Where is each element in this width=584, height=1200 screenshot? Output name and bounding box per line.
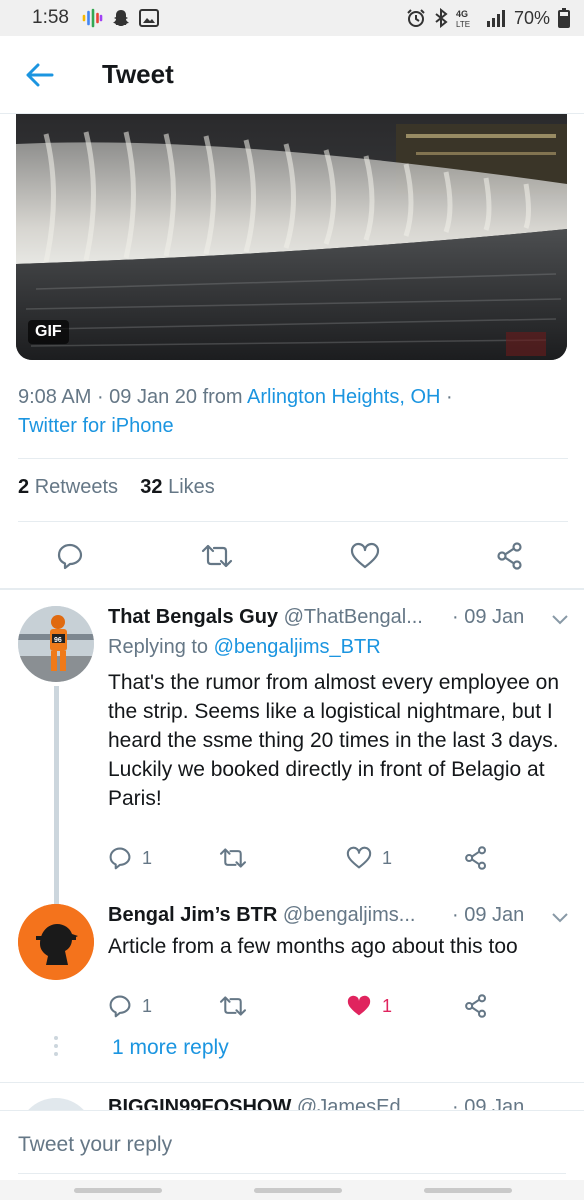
reply-header: Bengal Jim’s BTR @bengaljims...	[108, 904, 415, 927]
heart-filled-icon	[347, 995, 371, 1016]
reply-count: 1	[142, 847, 153, 868]
share-button[interactable]	[464, 846, 488, 870]
retweet-icon	[201, 544, 233, 568]
snapchat-icon	[112, 10, 129, 26]
retweet-button[interactable]	[218, 994, 248, 1018]
nav-pill[interactable]	[424, 1188, 512, 1193]
tweet-date: 09 Jan 20	[109, 386, 198, 408]
reply-author-handle[interactable]: @bengaljims...	[283, 904, 416, 926]
composer-underline	[18, 1173, 566, 1174]
more-replies-link[interactable]: 1 more reply	[112, 1036, 229, 1060]
tweet-media-gif[interactable]: GIF	[16, 114, 567, 360]
heart-icon	[346, 846, 372, 869]
avatar-logo	[18, 904, 94, 980]
nav-pill[interactable]	[74, 1188, 162, 1193]
divider	[0, 1082, 584, 1083]
page-title: Tweet	[102, 59, 174, 89]
avatar-photo: 96	[18, 606, 94, 682]
signal-icon	[486, 10, 505, 27]
location-link[interactable]: Arlington Heights, OH	[247, 386, 440, 408]
like-button[interactable]: 1	[346, 846, 392, 870]
avatar[interactable]: 96	[18, 606, 94, 682]
reply-date: · 09 Jan	[452, 606, 525, 628]
system-nav-bar	[0, 1180, 584, 1200]
like-button[interactable]	[350, 542, 380, 570]
svg-text:4G: 4G	[456, 9, 468, 19]
reply-button[interactable]	[56, 542, 84, 570]
reply-date: · 09 Jan	[452, 904, 525, 926]
svg-text:96: 96	[54, 637, 62, 644]
retweet-icon	[219, 996, 247, 1016]
divider	[18, 458, 568, 459]
reply-icon	[109, 847, 131, 870]
share-button[interactable]	[496, 542, 524, 570]
battery-percent: 70%	[513, 7, 550, 28]
reply-button[interactable]: 1	[108, 846, 152, 870]
share-icon	[497, 542, 522, 570]
share-icon	[465, 846, 487, 870]
reply-author-name[interactable]: Bengal Jim’s BTR	[108, 904, 277, 926]
status-time: 1:58	[32, 7, 69, 28]
reply-icon	[109, 995, 131, 1018]
reply-icon	[57, 543, 83, 570]
reply-header: That Bengals Guy @ThatBengal...	[108, 606, 423, 629]
reply-input[interactable]: Tweet your reply	[18, 1133, 172, 1157]
share-icon	[465, 994, 487, 1018]
avatar[interactable]	[18, 904, 94, 980]
arrow-left-icon	[26, 63, 54, 86]
nav-pill[interactable]	[254, 1188, 342, 1193]
bluetooth-icon	[435, 8, 448, 28]
retweet-button[interactable]	[200, 542, 234, 570]
retweet-button[interactable]	[218, 846, 248, 870]
podcast-icon	[82, 8, 103, 28]
heart-icon	[350, 542, 380, 569]
reply-count: 1	[142, 995, 153, 1016]
fountain-image	[16, 114, 567, 360]
battery-icon	[558, 8, 570, 28]
reply-button[interactable]: 1	[108, 994, 152, 1018]
retweet-icon	[219, 848, 247, 868]
share-button[interactable]	[464, 994, 488, 1018]
source-link[interactable]: Twitter for iPhone	[18, 415, 174, 437]
status-bar: 1:58 4G LTE 70%	[0, 0, 584, 36]
likes-stat[interactable]: 32 Likes	[140, 476, 215, 498]
tweet-stats: 2 Retweets 32 Likes	[18, 476, 215, 499]
like-button[interactable]: 1	[346, 994, 392, 1018]
replying-to-handle[interactable]: @bengaljims_BTR	[214, 636, 381, 658]
image-icon	[138, 9, 159, 27]
app-header: Tweet	[0, 36, 584, 114]
tweet-meta: 9:08 AM · 09 Jan 20 from Arlington Heigh…	[18, 386, 453, 437]
chevron-down-icon[interactable]	[551, 612, 569, 626]
lte-icon: 4GLTE	[456, 9, 470, 28]
thread-line	[54, 686, 59, 904]
from-label: from	[202, 386, 243, 408]
reply-author-handle[interactable]: @ThatBengal...	[284, 606, 423, 628]
section-separator	[0, 588, 584, 590]
like-count: 1	[382, 995, 393, 1016]
chevron-down-icon[interactable]	[551, 910, 569, 924]
reply-text: Article from a few months ago about this…	[108, 935, 518, 958]
gif-badge: GIF	[28, 320, 69, 344]
retweets-stat[interactable]: 2 Retweets	[18, 476, 118, 498]
svg-text:LTE: LTE	[456, 20, 470, 28]
divider	[18, 521, 568, 522]
like-count: 1	[382, 847, 393, 868]
replying-to: Replying to @bengaljims_BTR	[108, 636, 381, 658]
tweet-time: 9:08 AM	[18, 386, 92, 408]
back-button[interactable]	[20, 55, 60, 95]
reply-author-name[interactable]: That Bengals Guy	[108, 606, 278, 628]
reply-text: That's the rumor from almost every emplo…	[108, 671, 560, 810]
thread-dots	[54, 1036, 58, 1056]
alarm-icon	[407, 9, 425, 27]
